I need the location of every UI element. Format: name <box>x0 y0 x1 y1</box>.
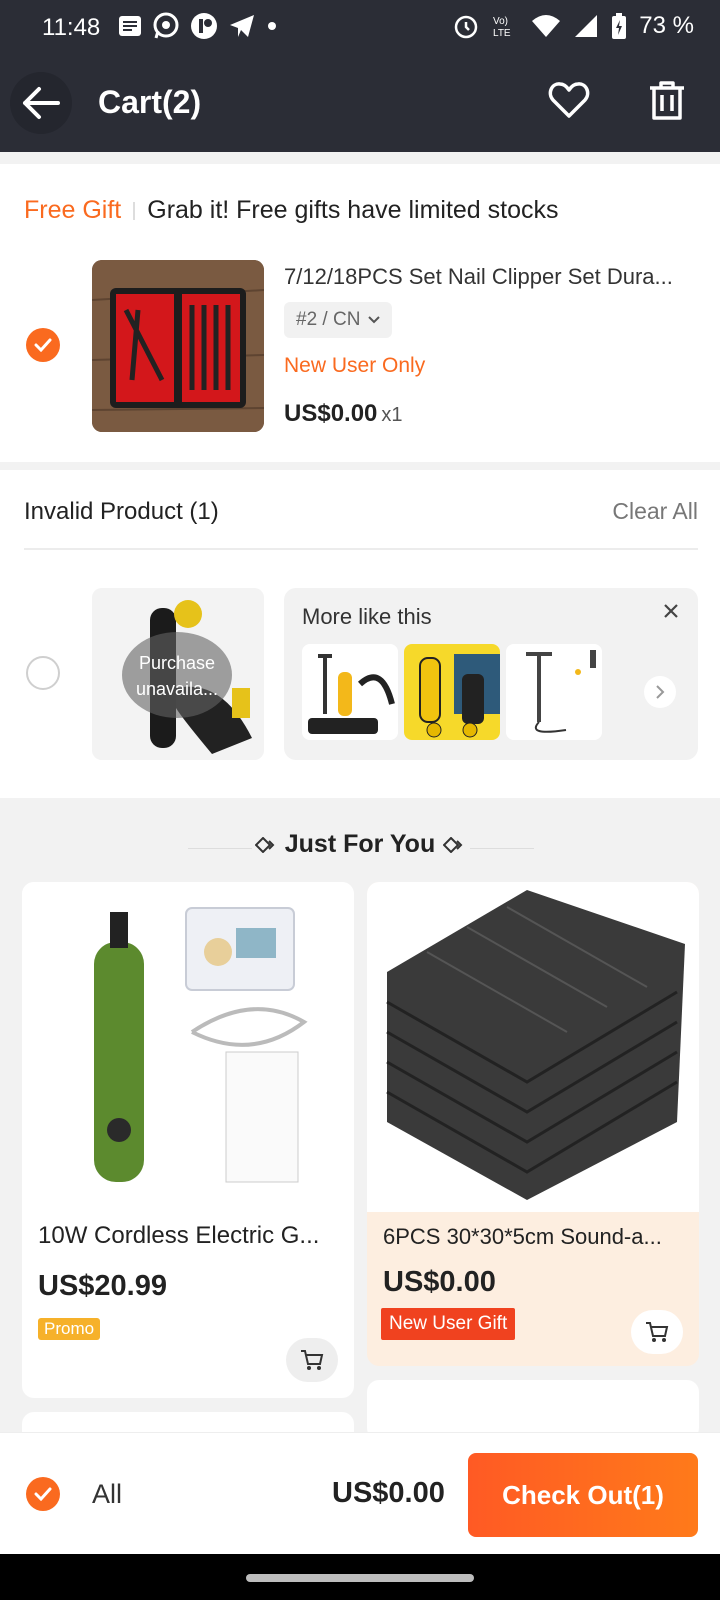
purchase-unavailable-overlay: Purchase unavaila... <box>122 632 232 718</box>
product-card[interactable]: 6PCS 30*30*5cm Sound-a... US$0.00 New Us… <box>367 882 699 1366</box>
rotary-tool-image <box>22 882 354 1212</box>
cart-icon <box>301 1350 324 1370</box>
product-card[interactable]: 10W Cordless Electric G... US$20.99 Prom… <box>22 882 354 1398</box>
close-button[interactable] <box>662 602 680 625</box>
gift-quantity: x1 <box>381 404 403 426</box>
gift-product-name[interactable]: 7/12/18PCS Set Nail Clipper Set Dura... <box>284 264 704 290</box>
gift-product-image[interactable] <box>92 260 264 432</box>
promo-badge: Promo <box>38 1318 101 1340</box>
gift-select-checkbox[interactable] <box>26 328 60 362</box>
chevron-down-icon <box>368 316 381 324</box>
nail-clipper-set-image <box>92 260 264 432</box>
more-like-this-panel: More like this <box>284 588 698 760</box>
dot-icon <box>268 22 276 30</box>
page-title: Cart(2) <box>98 84 202 120</box>
similar-product-thumb[interactable] <box>404 644 500 740</box>
diving-kit-image <box>302 644 398 740</box>
cart-icon <box>646 1322 669 1342</box>
battery-icon <box>612 13 627 39</box>
battery-percent: 73 % <box>639 12 694 39</box>
variant-selector[interactable]: #2 / CN <box>284 302 393 338</box>
invalid-select-checkbox[interactable] <box>26 656 60 690</box>
product-price: US$0.00 <box>383 1266 496 1298</box>
checkmark-icon <box>34 1487 52 1501</box>
wifi-icon <box>532 15 561 37</box>
product-price: US$20.99 <box>38 1270 167 1302</box>
more-like-this-label: More like this <box>302 604 432 629</box>
chevron-right-icon <box>656 685 665 699</box>
diamond-icon <box>254 836 275 854</box>
yellow-tanks-image <box>404 644 500 740</box>
checkmark-icon <box>34 338 52 352</box>
wishlist-button[interactable] <box>548 80 590 125</box>
svg-text:Vo): Vo) <box>493 16 508 27</box>
gift-price-row: US$0.00 x1 <box>284 400 403 428</box>
status-time: 11:48 <box>42 14 101 41</box>
signal-icon <box>575 15 598 37</box>
cart-header: Cart(2) <box>0 56 720 152</box>
gift-price: US$0.00 <box>284 400 378 427</box>
back-arrow-icon <box>23 87 60 119</box>
heart-icon <box>548 82 590 118</box>
alarm-icon <box>455 15 478 39</box>
status-bar: 11:48 Vo) LTE 73 % <box>0 0 720 56</box>
telegram-icon <box>230 15 254 37</box>
whatsapp-icon <box>153 12 179 39</box>
delete-button[interactable] <box>648 80 686 127</box>
product-name: 10W Cordless Electric G... <box>38 1222 320 1249</box>
total-price: US$0.00 <box>332 1477 445 1509</box>
invalid-product-image[interactable]: Purchase unavaila... <box>92 588 264 760</box>
variant-value: #2 / CN <box>296 309 361 330</box>
free-gift-label: Free Gift <box>24 196 122 224</box>
select-all-label[interactable]: All <box>92 1479 122 1510</box>
new-user-gift-badge: New User Gift <box>381 1308 516 1340</box>
svg-text:LTE: LTE <box>493 28 511 39</box>
hand-pump-image <box>506 644 602 740</box>
app-icon <box>191 13 217 39</box>
invalid-product-title: Invalid Product (1) <box>24 498 219 525</box>
header-separator <box>133 201 136 220</box>
system-nav-bar <box>0 1554 720 1600</box>
acoustic-foam-image <box>367 882 699 1212</box>
checkout-button[interactable]: Check Out(1) <box>468 1453 698 1537</box>
invalid-product-section: Invalid Product (1) Clear All Purchase u… <box>0 470 720 798</box>
system-icons: Vo) LTE 73 % <box>453 12 694 40</box>
free-gift-section: Free Gift Grab it! Free gifts have limit… <box>0 164 720 462</box>
add-to-cart-button[interactable] <box>286 1338 338 1382</box>
home-gesture-handle[interactable] <box>246 1574 474 1582</box>
volte-icon: Vo)LTE <box>493 16 511 39</box>
new-user-only-badge: New User Only <box>284 354 426 377</box>
trash-icon <box>650 81 684 120</box>
select-all-checkbox[interactable] <box>26 1477 60 1511</box>
clear-all-button[interactable]: Clear All <box>612 498 698 525</box>
notes-icon <box>119 16 141 36</box>
add-to-cart-button[interactable] <box>631 1310 683 1354</box>
back-button[interactable] <box>10 72 72 134</box>
next-arrow-button[interactable] <box>644 676 676 708</box>
notification-icons <box>118 12 278 40</box>
just-for-you-heading: Just For You <box>0 830 720 859</box>
section-divider <box>24 548 698 550</box>
diamond-icon <box>442 836 463 854</box>
close-icon <box>664 604 678 618</box>
similar-product-thumb[interactable] <box>302 644 398 740</box>
product-card[interactable] <box>367 1380 699 1440</box>
just-for-you-title: Just For You <box>284 830 436 858</box>
similar-product-thumb[interactable] <box>506 644 602 740</box>
free-gift-message: Grab it! Free gifts have limited stocks <box>147 196 559 224</box>
free-gift-header: Free Gift Grab it! Free gifts have limit… <box>24 196 559 225</box>
product-name: 6PCS 30*30*5cm Sound-a... <box>383 1224 662 1249</box>
checkout-bar: All US$0.00 Check Out(1) <box>0 1432 720 1554</box>
